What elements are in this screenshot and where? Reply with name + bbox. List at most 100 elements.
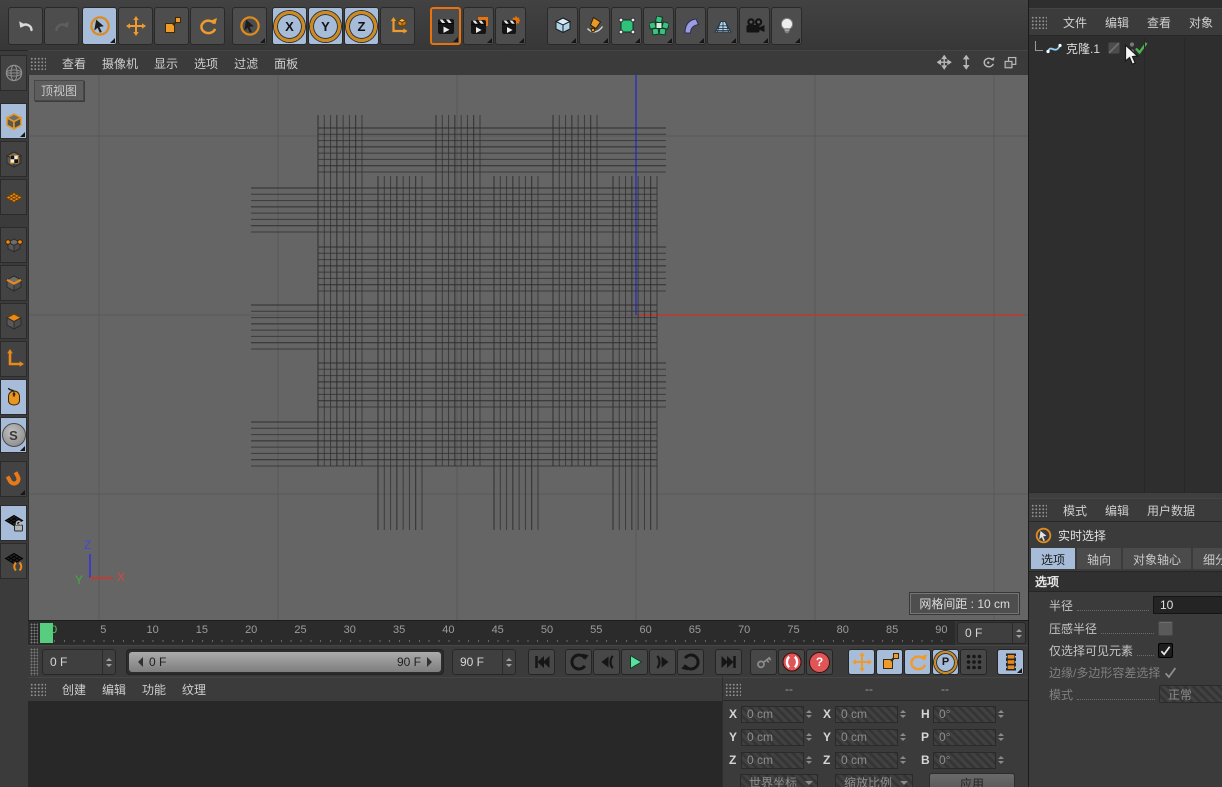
stepper-icon[interactable] xyxy=(102,650,115,674)
material-menu-item[interactable]: 创建 xyxy=(54,679,94,700)
range-right-arrow-icon[interactable] xyxy=(427,657,437,667)
view-label[interactable]: 顶视图 xyxy=(34,80,84,101)
render-view-button[interactable] xyxy=(430,7,461,45)
rotate-view-icon[interactable] xyxy=(981,55,998,72)
loop-forward-button[interactable] xyxy=(677,649,704,675)
position-z-field[interactable]: 0 cm xyxy=(741,752,804,769)
add-deformer-button[interactable] xyxy=(675,7,706,45)
stepper-icon[interactable] xyxy=(1012,623,1025,643)
object-manager-menu-item[interactable]: 对象 xyxy=(1181,12,1221,33)
rotate-tool-button[interactable] xyxy=(190,7,225,45)
position-y-field[interactable]: 0 cm xyxy=(741,729,804,746)
material-menu-item[interactable]: 功能 xyxy=(134,679,174,700)
start-frame-spinner[interactable]: 0 F xyxy=(42,649,116,675)
align-workplane-button[interactable] xyxy=(0,543,27,579)
stepper-icon[interactable] xyxy=(804,752,814,769)
stepper-icon[interactable] xyxy=(898,706,908,723)
pan-view-icon[interactable] xyxy=(937,55,954,72)
attribute-tab[interactable]: 选项 xyxy=(1031,548,1075,569)
viewport-canvas[interactable]: 顶视图 Z X Y 网格间距 : 10 cm xyxy=(28,75,1029,620)
object-manager-menu-item[interactable]: 编辑 xyxy=(1097,12,1137,33)
rotation-h-field[interactable]: 0° xyxy=(933,706,996,723)
attribute-tab[interactable]: 轴向 xyxy=(1077,548,1121,569)
enable-axis-button[interactable] xyxy=(0,341,27,377)
drag-grip[interactable] xyxy=(30,683,46,696)
drag-grip[interactable] xyxy=(1031,504,1047,517)
position-x-field[interactable]: 0 cm xyxy=(741,706,804,723)
drag-grip[interactable] xyxy=(725,683,741,696)
add-spline-button[interactable] xyxy=(579,7,610,45)
add-modeling-button[interactable] xyxy=(643,7,674,45)
size-y-field[interactable]: 0 cm xyxy=(835,729,898,746)
attribute-tab[interactable]: 对象轴心 xyxy=(1123,548,1191,569)
material-menu-item[interactable]: 纹理 xyxy=(174,679,214,700)
lock-workplane-button[interactable] xyxy=(0,505,27,541)
edges-mode-button[interactable] xyxy=(0,265,27,301)
play-button[interactable] xyxy=(621,649,648,675)
pressure-radius-checkbox[interactable] xyxy=(1158,621,1173,636)
stepper-icon[interactable] xyxy=(502,650,515,674)
display-mode-icon[interactable] xyxy=(1106,40,1122,56)
maximize-view-icon[interactable] xyxy=(1003,55,1020,72)
attribute-menu-item[interactable]: 用户数据 xyxy=(1139,500,1203,521)
autokey-button[interactable] xyxy=(778,649,805,675)
object-row[interactable]: 克隆.1 xyxy=(1029,38,1222,58)
viewport-menu-item[interactable]: 显示 xyxy=(146,53,186,74)
viewport-menu-item[interactable]: 摄像机 xyxy=(94,53,146,74)
drag-grip[interactable] xyxy=(30,57,46,70)
timeline-window-button[interactable] xyxy=(997,649,1024,675)
stepper-icon[interactable] xyxy=(804,729,814,746)
viewport-menu-item[interactable]: 过滤 xyxy=(226,53,266,74)
play-backwards-button[interactable] xyxy=(565,649,592,675)
drag-grip[interactable] xyxy=(30,623,38,644)
options-section-header[interactable]: 选项 xyxy=(1029,571,1222,592)
z-axis-lock-button[interactable]: Z xyxy=(344,7,379,45)
viewport-menu-item[interactable]: 查看 xyxy=(54,53,94,74)
render-picture-viewer-button[interactable] xyxy=(463,7,494,45)
stepper-icon[interactable] xyxy=(996,729,1006,746)
render-settings-button[interactable] xyxy=(495,7,526,45)
next-frame-button[interactable] xyxy=(649,649,676,675)
keyframe-selection-button[interactable] xyxy=(960,649,987,675)
add-generator-button[interactable] xyxy=(611,7,642,45)
add-camera-button[interactable] xyxy=(739,7,770,45)
x-axis-lock-button[interactable]: X xyxy=(272,7,307,45)
y-axis-lock-button[interactable]: Y xyxy=(308,7,343,45)
frame-range-slider[interactable]: 0 F 90 F xyxy=(126,649,444,675)
previous-frame-button[interactable] xyxy=(593,649,620,675)
size-mode-dropdown[interactable]: 缩放比例 xyxy=(835,774,913,787)
goto-start-button[interactable] xyxy=(528,649,555,675)
key-position-toggle[interactable] xyxy=(848,649,875,675)
undo-button[interactable] xyxy=(8,7,43,45)
drag-grip[interactable] xyxy=(30,648,38,676)
rotation-p-field[interactable]: 0° xyxy=(933,729,996,746)
attribute-menu-item[interactable]: 模式 xyxy=(1055,500,1095,521)
key-scale-toggle[interactable] xyxy=(876,649,903,675)
add-primitive-button[interactable] xyxy=(547,7,578,45)
attribute-menu-item[interactable]: 编辑 xyxy=(1097,500,1137,521)
scale-tool-button[interactable] xyxy=(154,7,189,45)
key-rotation-toggle[interactable] xyxy=(904,649,931,675)
add-environment-button[interactable] xyxy=(707,7,738,45)
add-light-button[interactable] xyxy=(771,7,802,45)
snapping-magnet-button[interactable] xyxy=(0,461,27,497)
drag-grip[interactable] xyxy=(1031,16,1047,29)
goto-end-button[interactable] xyxy=(715,649,742,675)
model-mode-button[interactable] xyxy=(0,103,27,139)
key-parameter-toggle[interactable]: P xyxy=(932,649,959,675)
coordinate-system-dropdown[interactable]: 世界坐标 xyxy=(740,774,818,787)
stepper-icon[interactable] xyxy=(898,752,908,769)
object-name[interactable]: 克隆.1 xyxy=(1066,40,1100,57)
enabled-check-icon[interactable] xyxy=(1133,40,1149,56)
coordinate-system-button[interactable] xyxy=(380,7,415,45)
last-tool-button[interactable] xyxy=(232,7,267,45)
points-mode-button[interactable] xyxy=(0,227,27,263)
object-manager-menu-item[interactable]: 查看 xyxy=(1139,12,1179,33)
rotation-b-field[interactable]: 0° xyxy=(933,752,996,769)
live-selection-button[interactable] xyxy=(82,7,117,45)
timeline-ruler[interactable]: 051015202530354045505560657075808590 xyxy=(28,620,955,646)
record-key-button[interactable] xyxy=(750,649,777,675)
end-frame-spinner[interactable]: 90 F xyxy=(452,649,516,675)
move-tool-button[interactable] xyxy=(118,7,153,45)
visible-only-checkbox[interactable] xyxy=(1158,643,1173,658)
